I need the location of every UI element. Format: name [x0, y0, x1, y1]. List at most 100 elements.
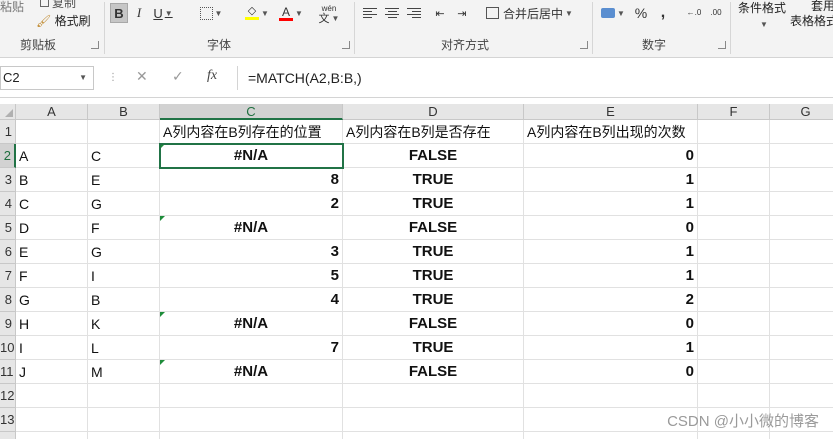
cell-f[interactable] [698, 192, 770, 216]
cell-e[interactable]: 1 [524, 192, 698, 216]
cell-a[interactable]: F [16, 264, 88, 288]
empty-cell[interactable] [343, 432, 524, 439]
cell-a[interactable]: I [16, 336, 88, 360]
cell-e[interactable]: 0 [524, 216, 698, 240]
cell-b[interactable]: F [88, 216, 160, 240]
row-header[interactable]: 11 [0, 360, 16, 384]
row-header[interactable]: 14 [0, 432, 16, 439]
column-header-c[interactable]: C [160, 104, 343, 120]
paste-button[interactable]: 粘贴 [0, 0, 24, 15]
cell-d1[interactable]: A列内容在B列是否存在 [343, 120, 524, 144]
cell-f[interactable] [698, 336, 770, 360]
cell-c[interactable]: 2 [160, 192, 343, 216]
cell-g[interactable] [770, 144, 833, 168]
alignment-launcher-icon[interactable] [580, 41, 588, 49]
accounting-format-button[interactable]: ▼ [598, 3, 628, 23]
cell-g[interactable] [770, 312, 833, 336]
cell-a[interactable]: J [16, 360, 88, 384]
row-header[interactable]: 12 [0, 384, 16, 408]
cell-g[interactable] [770, 264, 833, 288]
name-box[interactable]: C2 ▼ [0, 66, 94, 90]
empty-cell[interactable] [88, 432, 160, 439]
cell-e[interactable]: 0 [524, 144, 698, 168]
empty-cell[interactable] [343, 384, 524, 408]
cell-g[interactable] [770, 336, 833, 360]
cell-b[interactable]: M [88, 360, 160, 384]
column-header-d[interactable]: D [343, 104, 524, 120]
format-painter-button[interactable]: 🖌 格式刷 [36, 12, 91, 29]
cell-g[interactable] [770, 168, 833, 192]
enter-icon[interactable]: ✓ [172, 68, 184, 85]
align-left-button[interactable] [360, 3, 380, 23]
cell-d[interactable]: TRUE [343, 168, 524, 192]
insert-function-icon[interactable]: fx [207, 68, 217, 84]
row-header[interactable]: 5 [0, 216, 16, 240]
cell-b[interactable]: G [88, 192, 160, 216]
empty-cell[interactable] [770, 432, 833, 439]
bold-button[interactable]: B [110, 3, 128, 23]
cell-f[interactable] [698, 288, 770, 312]
underline-button[interactable]: U ▼ [150, 3, 176, 23]
cell-c[interactable]: 5 [160, 264, 343, 288]
empty-cell[interactable] [16, 432, 88, 439]
row-header[interactable]: 7 [0, 264, 16, 288]
cell-a[interactable]: B [16, 168, 88, 192]
column-header-f[interactable]: F [698, 104, 770, 120]
cell-b[interactable]: E [88, 168, 160, 192]
indent-button[interactable]: ⇤ [430, 3, 450, 23]
cell-c[interactable]: 7 [160, 336, 343, 360]
cell-d[interactable]: FALSE [343, 360, 524, 384]
cell-d[interactable]: FALSE [343, 216, 524, 240]
cell-b[interactable]: G [88, 240, 160, 264]
cell-e[interactable]: 0 [524, 312, 698, 336]
row-header[interactable]: 8 [0, 288, 16, 312]
copy-button[interactable]: 复制 [40, 0, 76, 11]
cell-b[interactable]: L [88, 336, 160, 360]
cell-d[interactable]: TRUE [343, 288, 524, 312]
cell-f[interactable] [698, 168, 770, 192]
row-header[interactable]: 10 [0, 336, 16, 360]
empty-cell[interactable] [524, 432, 698, 439]
percent-button[interactable]: % [632, 3, 650, 23]
cell-a[interactable]: E [16, 240, 88, 264]
cell-e[interactable]: 0 [524, 360, 698, 384]
cell-f[interactable] [698, 264, 770, 288]
increase-decimal-button[interactable]: ←.0 [684, 3, 704, 23]
font-color-button[interactable]: A ▼ [276, 3, 306, 23]
cell-b[interactable]: C [88, 144, 160, 168]
cell-c[interactable]: #N/A [160, 360, 343, 384]
borders-button[interactable]: ▼ [196, 3, 226, 23]
empty-cell[interactable] [160, 432, 343, 439]
empty-cell[interactable] [88, 408, 160, 432]
cell-c1[interactable]: A列内容在B列存在的位置 [160, 120, 343, 144]
clipboard-launcher-icon[interactable] [91, 41, 99, 49]
column-header-a[interactable]: A [16, 104, 88, 120]
cell-f[interactable] [698, 144, 770, 168]
cell-f[interactable] [698, 216, 770, 240]
resize-handle[interactable]: ⋮ [108, 72, 118, 83]
empty-cell[interactable] [524, 384, 698, 408]
empty-cell[interactable] [16, 384, 88, 408]
cell-a[interactable]: G [16, 288, 88, 312]
cell-c[interactable]: 4 [160, 288, 343, 312]
select-all-corner[interactable] [0, 104, 16, 120]
cell-d[interactable]: TRUE [343, 192, 524, 216]
cell-g[interactable] [770, 240, 833, 264]
conditional-format-button[interactable]: 条件格式 ▼ [738, 0, 786, 30]
cell-e[interactable]: 2 [524, 288, 698, 312]
formula-input[interactable]: =MATCH(A2,B:B,) [237, 66, 833, 90]
cell-c[interactable]: #N/A [160, 312, 343, 336]
cell-c[interactable]: 8 [160, 168, 343, 192]
empty-cell[interactable] [698, 432, 770, 439]
cell-e[interactable]: 1 [524, 240, 698, 264]
column-header-b[interactable]: B [88, 104, 160, 120]
empty-cell[interactable] [698, 384, 770, 408]
cell-f[interactable] [698, 240, 770, 264]
cell-g1[interactable] [770, 120, 833, 144]
align-right-button[interactable] [404, 3, 424, 23]
column-header-g[interactable]: G [770, 104, 833, 120]
cell-a1[interactable] [16, 120, 88, 144]
empty-cell[interactable] [160, 384, 343, 408]
cell-e[interactable]: 1 [524, 336, 698, 360]
cell-c[interactable]: 3 [160, 240, 343, 264]
